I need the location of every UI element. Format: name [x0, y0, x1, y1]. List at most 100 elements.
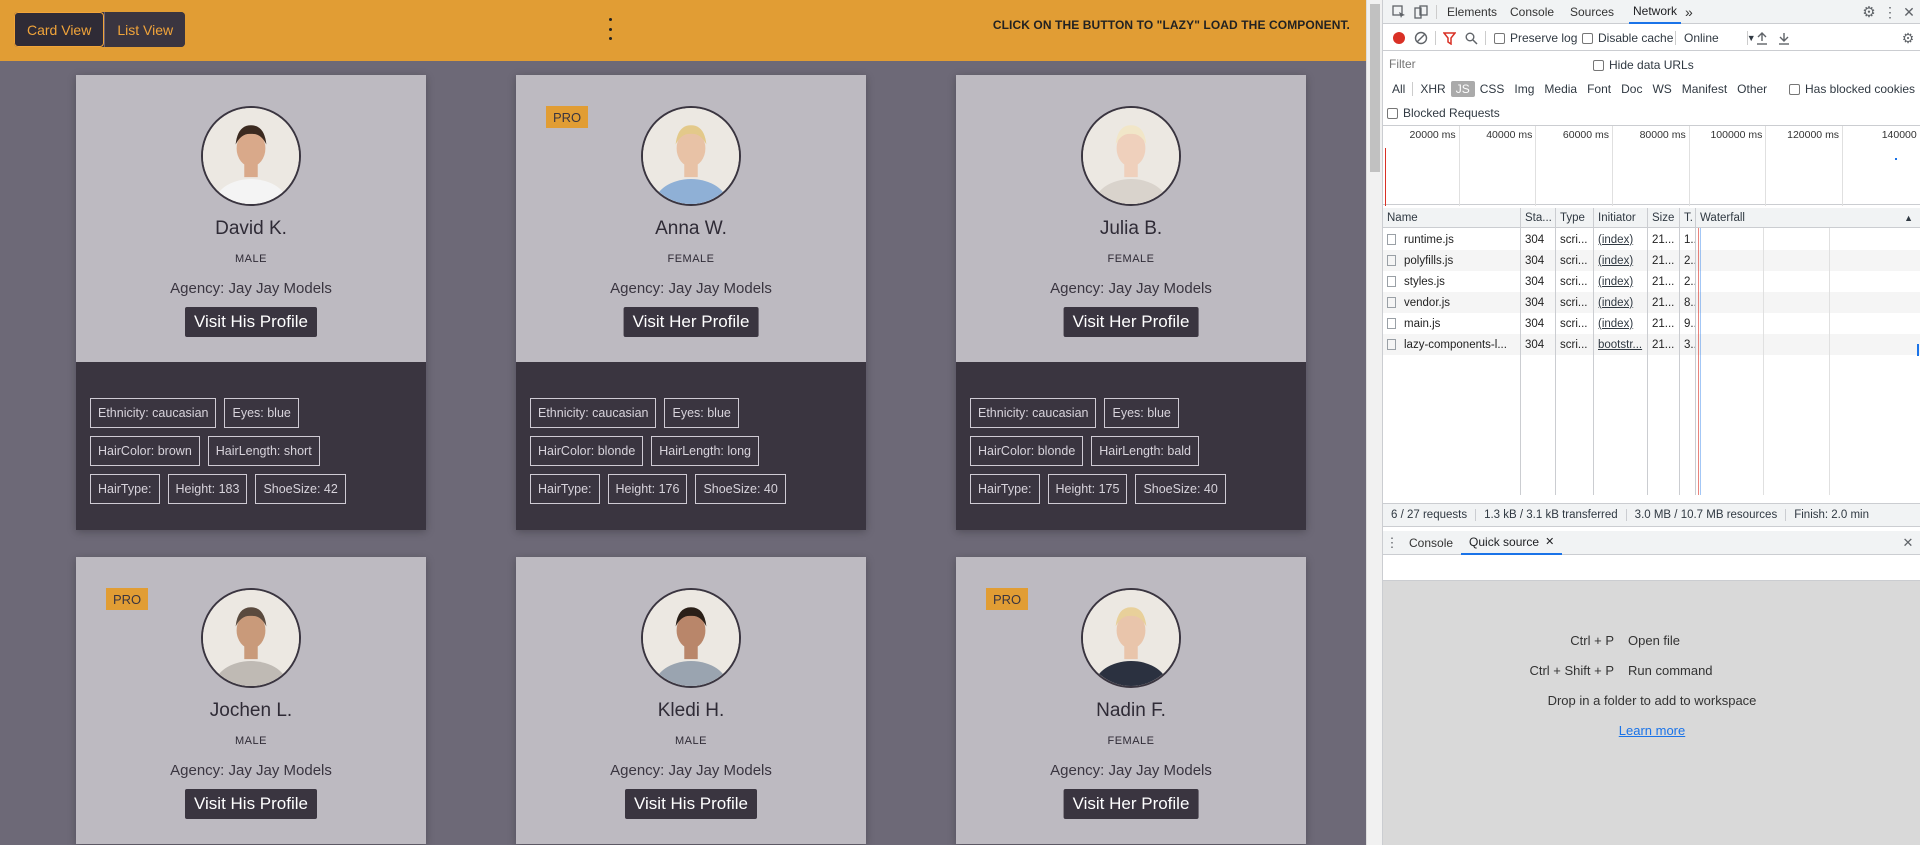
attribute-tag: Eyes: blue [224, 398, 299, 428]
type-filter-all[interactable]: All [1387, 81, 1410, 97]
timeline-tick-label: 20000 ms [1383, 126, 1460, 206]
avatar [641, 588, 741, 688]
avatar [641, 106, 741, 206]
close-drawer-icon[interactable]: ✕ [1901, 535, 1915, 551]
drawer-tab-quick-source[interactable]: Quick source ✕ [1461, 531, 1563, 555]
status-summary-item: Finish: 2.0 min [1794, 509, 1869, 521]
close-tab-icon[interactable]: ✕ [1545, 535, 1554, 548]
avatar [1081, 588, 1181, 688]
visit-profile-button[interactable]: Visit Her Profile [1063, 307, 1199, 337]
visit-profile-button[interactable]: Visit Her Profile [1063, 789, 1199, 819]
attribute-tag: Height: 175 [1047, 474, 1128, 504]
model-gender: MALE [235, 735, 267, 747]
column-type[interactable]: Type [1556, 208, 1594, 227]
drawer-tab-console[interactable]: Console [1401, 531, 1461, 555]
filter-icon[interactable] [1441, 30, 1457, 46]
close-devtools-icon[interactable]: ✕ [1902, 3, 1916, 21]
network-toolbar: Preserve log Disable cache Online ▼ ⚙ [1383, 25, 1920, 51]
disable-cache-checkbox[interactable]: Disable cache [1582, 31, 1673, 45]
type-filter-other[interactable]: Other [1732, 81, 1772, 97]
blocked-requests-checkbox[interactable]: Blocked Requests [1387, 106, 1500, 120]
attribute-tag: ShoeSize: 42 [255, 474, 346, 504]
preserve-log-checkbox[interactable]: Preserve log [1494, 31, 1577, 45]
attribute-tag: HairColor: brown [90, 436, 200, 466]
model-gender: FEMALE [667, 253, 715, 265]
visit-profile-button[interactable]: Visit His Profile [625, 789, 757, 819]
shortcut-keys-run-command: Ctrl + Shift + P [1529, 663, 1614, 678]
model-agency: Agency: Jay Jay Models [610, 280, 772, 297]
type-filter-img[interactable]: Img [1509, 81, 1539, 97]
tab-elements[interactable]: Elements [1447, 0, 1497, 24]
export-har-icon[interactable] [1777, 30, 1791, 46]
column-waterfall[interactable]: Waterfall ▲ [1696, 208, 1920, 227]
inspect-element-icon[interactable] [1391, 4, 1407, 20]
more-options-icon[interactable] [606, 18, 614, 40]
waterfall-label: Waterfall [1700, 211, 1745, 224]
attribute-row: Ethnicity: caucasian Eyes: blue [970, 398, 1292, 428]
attribute-tag: Eyes: blue [664, 398, 739, 428]
network-overview-timeline[interactable]: 20000 ms 40000 ms 60000 ms 80000 ms 100000 m… [1383, 125, 1920, 206]
filter-separator [1412, 82, 1414, 96]
card-header: PRO Nadin F. FEMALE Agency: Jay Jay Models V… [956, 557, 1306, 844]
attribute-row: HairType: Height: 183 ShoeSize: 42 [90, 474, 412, 504]
model-gender: MALE [235, 253, 267, 265]
attribute-tag: ShoeSize: 40 [1135, 474, 1226, 504]
devtools-panel: Elements Console Sources Network » ⚙ ⋮ ✕… [1382, 0, 1920, 845]
learn-more-link[interactable]: Learn more [1383, 723, 1920, 738]
list-view-button[interactable]: List View [104, 12, 186, 47]
clear-icon[interactable] [1413, 30, 1429, 46]
attribute-tag: HairColor: blonde [970, 436, 1084, 466]
sort-ascending-icon: ▲ [1904, 212, 1913, 223]
scrollbar-thumb[interactable] [1370, 4, 1380, 172]
model-agency: Agency: Jay Jay Models [170, 280, 332, 297]
drop-folder-text: Drop in a folder to add to workspace [1547, 693, 1757, 708]
view-toggle: Card View List View [14, 12, 186, 47]
search-icon[interactable] [1463, 30, 1479, 46]
column-status[interactable]: Sta... [1521, 208, 1556, 227]
page-scrollbar[interactable] [1366, 0, 1382, 845]
throttling-select[interactable]: Online ▼ [1684, 31, 1756, 45]
attribute-tag: ShoeSize: 40 [695, 474, 786, 504]
type-filter-ws[interactable]: WS [1647, 81, 1676, 97]
hide-data-urls-checkbox[interactable]: Hide data URLs [1593, 58, 1694, 72]
type-filter-media[interactable]: Media [1539, 81, 1582, 97]
import-har-icon[interactable] [1755, 30, 1769, 46]
type-filter-font[interactable]: Font [1582, 81, 1616, 97]
avatar [201, 588, 301, 688]
card-view-button[interactable]: Card View [14, 12, 105, 47]
attribute-tag: Ethnicity: caucasian [970, 398, 1097, 428]
status-summary-item: 6 / 27 requests [1383, 509, 1477, 521]
record-icon[interactable] [1391, 30, 1407, 46]
drawer-menu-icon[interactable]: ⋮ [1383, 531, 1401, 555]
has-blocked-cookies-checkbox[interactable]: Has blocked cookies [1789, 82, 1915, 96]
type-filter-xhr[interactable]: XHR [1415, 81, 1450, 97]
tab-network[interactable]: Network [1629, 0, 1682, 24]
visit-profile-button[interactable]: Visit His Profile [185, 307, 317, 337]
status-summary-item: 1.3 kB / 3.1 kB transferred [1476, 509, 1627, 521]
column-initiator[interactable]: Initiator [1594, 208, 1648, 227]
model-card: David K. MALE Agency: Jay Jay Models Visit … [76, 75, 426, 530]
settings-gear-icon[interactable]: ⚙ [1860, 3, 1878, 21]
card-attributes: Ethnicity: caucasian Eyes: blue HairColor:… [76, 362, 426, 530]
visit-profile-button[interactable]: Visit His Profile [185, 789, 317, 819]
type-filter-doc[interactable]: Doc [1616, 81, 1647, 97]
column-name[interactable]: Name [1383, 208, 1521, 227]
column-size[interactable]: Size [1648, 208, 1680, 227]
top-bar: Card View List View CLICK ON THE BUTTON … [0, 0, 1366, 61]
tab-sources[interactable]: Sources [1570, 0, 1614, 24]
type-filter-css[interactable]: CSS [1475, 81, 1510, 97]
timeline-tick-label: 120000 ms [1766, 126, 1844, 206]
type-filter-js[interactable]: JS [1450, 81, 1475, 97]
avatar [201, 106, 301, 206]
network-settings-gear-icon[interactable]: ⚙ [1900, 29, 1916, 47]
tab-console[interactable]: Console [1510, 0, 1554, 24]
visit-profile-button[interactable]: Visit Her Profile [623, 307, 759, 337]
column-time[interactable]: T. [1680, 208, 1696, 227]
filter-input[interactable] [1387, 55, 1587, 73]
cell-waterfall [1696, 229, 1920, 250]
card-header: Kledi H. MALE Agency: Jay Jay Models Visit … [516, 557, 866, 844]
device-toolbar-icon[interactable] [1413, 4, 1429, 20]
type-filter-manifest[interactable]: Manifest [1677, 81, 1732, 97]
customize-kebab-icon[interactable]: ⋮ [1883, 3, 1897, 21]
more-tabs-icon[interactable]: » [1685, 0, 1693, 24]
